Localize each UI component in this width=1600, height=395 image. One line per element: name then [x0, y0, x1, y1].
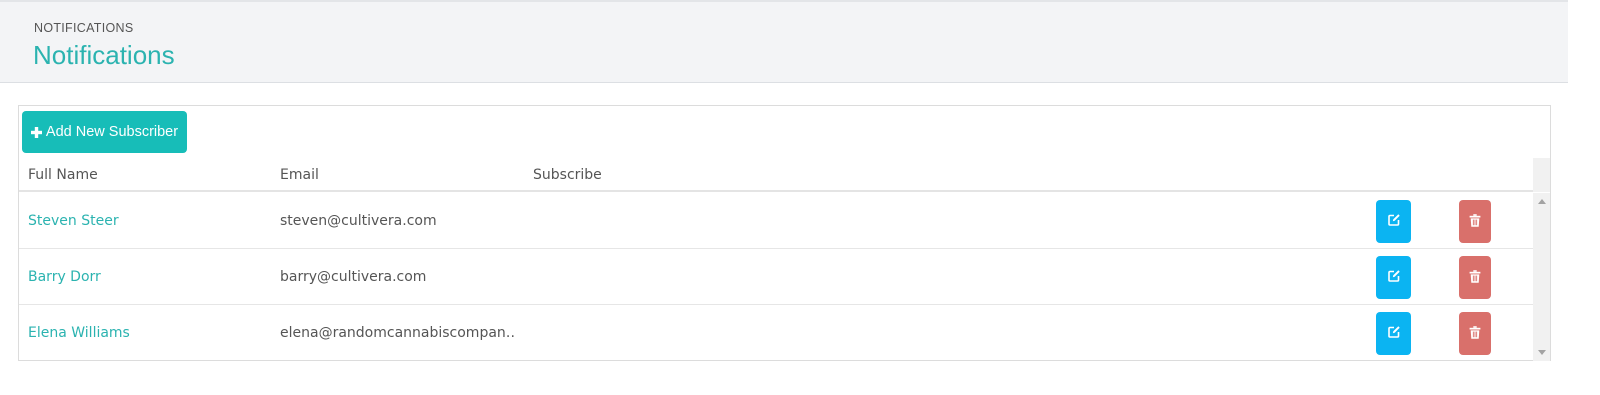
page-header: NOTIFICATIONS Notifications — [0, 0, 1568, 83]
edit-icon — [1387, 325, 1401, 342]
column-header-full-name[interactable]: Full Name — [28, 167, 98, 183]
page-scrollbar-track — [1568, 0, 1600, 395]
table-row: Barry Dorr barry@cultivera.com — [19, 249, 1533, 305]
trash-icon — [1469, 325, 1481, 342]
column-header-subscribe[interactable]: Subscribe — [533, 167, 602, 183]
subscriber-name-link[interactable]: Steven Steer — [28, 213, 119, 229]
column-header-email[interactable]: Email — [280, 167, 319, 183]
delete-button[interactable] — [1459, 256, 1491, 299]
delete-button[interactable] — [1459, 312, 1491, 355]
edit-button[interactable] — [1376, 312, 1411, 355]
subscriber-name-link[interactable]: Elena Williams — [28, 325, 130, 341]
scrollbar-header-gap — [1533, 158, 1550, 192]
subscriber-email: steven@cultivera.com — [280, 213, 437, 229]
subscriber-email: barry@cultivera.com — [280, 269, 427, 285]
delete-button[interactable] — [1459, 200, 1491, 243]
grid-header: Full Name Email Subscribe — [19, 158, 1533, 192]
edit-button[interactable] — [1376, 256, 1411, 299]
plus-icon — [31, 126, 43, 138]
scroll-down-arrow-icon[interactable] — [1538, 350, 1546, 355]
subscriber-name-link[interactable]: Barry Dorr — [28, 269, 101, 285]
breadcrumb: NOTIFICATIONS — [34, 21, 134, 35]
table-row: Steven Steer steven@cultivera.com — [19, 193, 1533, 249]
page-title: Notifications — [33, 40, 175, 70]
subscriber-email: elena@randomcannabiscompan… — [280, 325, 515, 341]
edit-button[interactable] — [1376, 200, 1411, 243]
add-new-subscriber-button[interactable]: Add New Subscriber — [22, 111, 187, 153]
grid-scrollbar[interactable] — [1533, 193, 1550, 361]
table-row: Elena Williams elena@randomcannabiscompa… — [19, 305, 1533, 361]
trash-icon — [1469, 269, 1481, 286]
add-new-subscriber-label: Add New Subscriber — [45, 124, 179, 140]
edit-icon — [1387, 213, 1401, 230]
trash-icon — [1469, 213, 1481, 230]
scroll-up-arrow-icon[interactable] — [1538, 199, 1546, 204]
edit-icon — [1387, 269, 1401, 286]
grid-body: Steven Steer steven@cultivera.com Barry … — [19, 193, 1533, 361]
subscribers-grid: Add New Subscriber Full Name Email Subsc… — [18, 105, 1551, 361]
